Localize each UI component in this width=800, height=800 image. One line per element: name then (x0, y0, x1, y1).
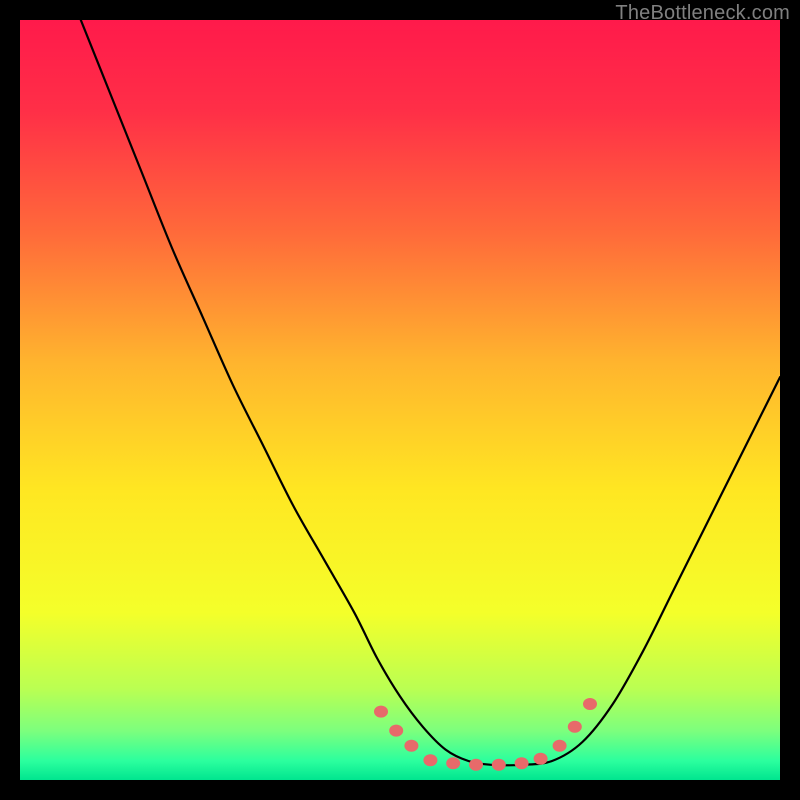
marker-dot (492, 759, 506, 771)
chart-frame: TheBottleneck.com (0, 0, 800, 800)
marker-dot (389, 725, 403, 737)
marker-dot (583, 698, 597, 710)
watermark-label: TheBottleneck.com (615, 2, 790, 25)
marker-dot (374, 706, 388, 718)
chart-plot-area (20, 20, 780, 780)
marker-dot (404, 740, 418, 752)
marker-dot (534, 753, 548, 765)
marker-dot (515, 757, 529, 769)
marker-dot (553, 740, 567, 752)
marker-dot (568, 721, 582, 733)
bottleneck-chart (20, 20, 780, 780)
gradient-background (20, 20, 780, 780)
marker-dot (469, 759, 483, 771)
marker-dot (423, 754, 437, 766)
marker-dot (446, 757, 460, 769)
